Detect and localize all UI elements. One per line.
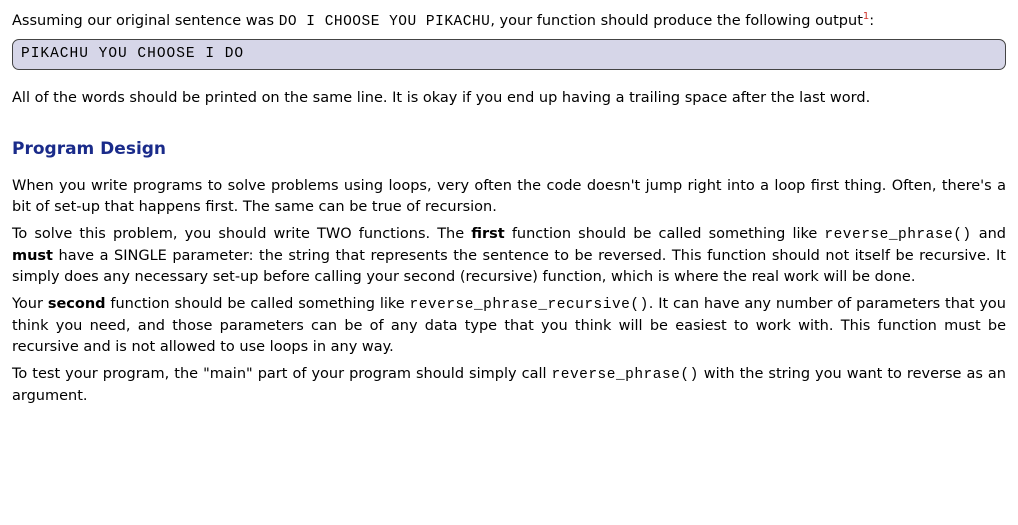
p2-text-d: have a SINGLE parameter: the string that… [12, 248, 1006, 285]
p2-first: first [471, 226, 504, 242]
p4-text-a: To test your program, the "main" part of… [12, 366, 552, 382]
p2-text-c: and [972, 226, 1006, 242]
p2-code1: reverse_phrase() [824, 227, 971, 243]
output-code-block: PIKACHU YOU CHOOSE I DO [12, 39, 1006, 70]
p4-code1: reverse_phrase() [552, 367, 699, 383]
p2-text-a: To solve this problem, you should write … [12, 226, 471, 242]
code-block-wrap: PIKACHU YOU CHOOSE I DO [12, 39, 1006, 70]
paragraph-3: Your second function should be called so… [12, 294, 1006, 358]
intro-paragraph: Assuming our original sentence was DO I … [12, 10, 1006, 33]
p3-text-a: Your [12, 296, 48, 312]
intro-code: DO I CHOOSE YOU PIKACHU [279, 14, 491, 30]
paragraph-2: To solve this problem, you should write … [12, 224, 1006, 288]
p3-text-b: function should be called something like [106, 296, 410, 312]
p3-code1: reverse_phrase_recursive() [410, 297, 649, 313]
after-code-paragraph: All of the words should be printed on th… [12, 88, 1006, 109]
intro-text-2: , your function should produce the follo… [490, 13, 863, 29]
section-heading: Program Design [12, 137, 1006, 162]
intro-text-1: Assuming our original sentence was [12, 13, 279, 29]
paragraph-1: When you write programs to solve problem… [12, 176, 1006, 218]
p2-must: must [12, 248, 53, 264]
paragraph-4: To test your program, the "main" part of… [12, 364, 1006, 407]
p3-second: second [48, 296, 106, 312]
intro-text-3: : [869, 13, 874, 29]
p2-text-b: function should be called something like [505, 226, 825, 242]
